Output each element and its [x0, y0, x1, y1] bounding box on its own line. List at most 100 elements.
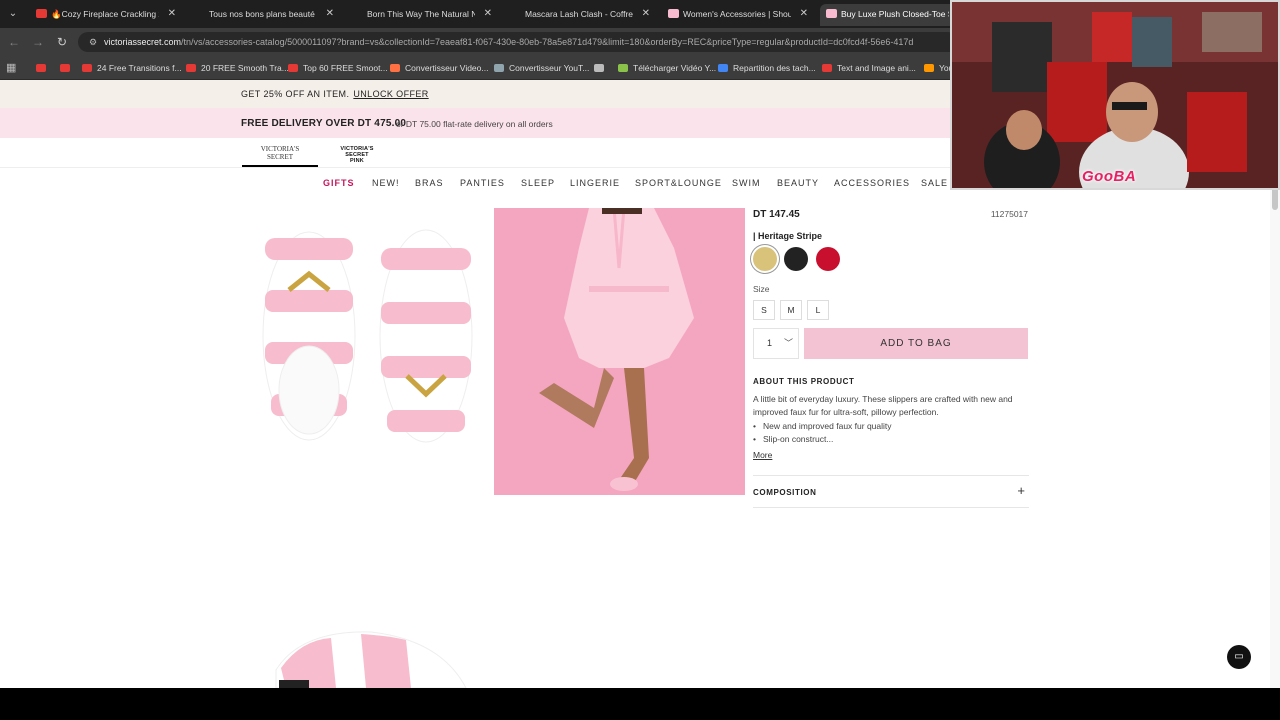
selected-color-name: | Heritage Stripe — [753, 231, 823, 241]
tab-favicon-icon — [352, 9, 363, 18]
quantity-value: 1 — [767, 338, 773, 348]
tab-favicon-icon — [36, 9, 47, 18]
bookmark-item[interactable]: Top 60 FREE Smoot... — [288, 60, 388, 76]
bullet-dot: • — [753, 421, 756, 431]
about-product-description: A little bit of everyday luxury. These s… — [753, 394, 1013, 417]
composition-label: COMPOSITION — [753, 488, 817, 497]
tab-title: Mascara Lash Clash - Coffret M — [525, 9, 633, 19]
brand-vs-line1: VICTORIA'S — [260, 145, 300, 153]
bookmark-favicon-icon — [186, 64, 196, 72]
bottom-black-bar — [0, 688, 1280, 720]
tab-title: Tous nos bons plans beauté è — [209, 9, 317, 19]
nav-item-accessories[interactable]: ACCESSORIES — [834, 178, 910, 188]
product-bullet: • New and improved faux fur quality — [753, 421, 892, 431]
promo-text: GET 25% OFF AN ITEM. — [241, 89, 350, 99]
browser-tab[interactable]: Tous nos bons plans beauté è ✕ — [188, 4, 338, 26]
slipper-side-illustration — [275, 631, 467, 688]
bookmark-item[interactable]: Convertisseur YouT... — [494, 60, 589, 76]
brand-vs-line2: SECRET — [266, 153, 294, 161]
site-info-icon[interactable]: ⚙ — [86, 35, 100, 49]
back-icon[interactable]: ← — [6, 34, 22, 50]
add-to-bag-button[interactable]: ADD TO BAG — [804, 328, 1028, 359]
product-image-bottom[interactable] — [241, 610, 491, 688]
size-option-m[interactable]: M — [780, 300, 802, 320]
bookmark-item[interactable]: Text and Image ani... — [822, 60, 916, 76]
bookmark-favicon-icon — [60, 64, 70, 72]
tab-favicon-icon — [668, 9, 679, 18]
bookmark-favicon-icon — [494, 64, 504, 72]
tab-title: 🔥Cozy Fireplace Crackling 24/ — [51, 9, 159, 19]
bookmark-favicon-icon — [36, 64, 46, 72]
color-swatch[interactable] — [753, 247, 777, 271]
tab-search-chevron-icon[interactable]: ⌄ — [5, 6, 21, 22]
bookmark-item[interactable]: You — [924, 60, 953, 76]
nav-item-beauty[interactable]: BEAUTY — [777, 178, 819, 188]
nav-item-lingerie[interactable]: LINGERIE — [570, 178, 620, 188]
close-tab-icon[interactable]: ✕ — [484, 4, 492, 24]
browser-tab[interactable]: Mascara Lash Clash - Coffret M ✕ — [504, 4, 654, 26]
chat-icon[interactable]: ▭ — [1227, 645, 1251, 669]
color-swatch[interactable] — [784, 247, 808, 271]
brand-tab-pink[interactable]: VICTORIA'S SECRET PINK — [330, 146, 384, 164]
brand-tab-victorias-secret[interactable]: VICTORIA'S SECRET — [242, 142, 318, 167]
bookmark-item[interactable]: Télécharger Vidéo Y... — [618, 60, 716, 76]
bookmark-item[interactable] — [60, 60, 75, 76]
bookmark-favicon-icon — [924, 64, 934, 72]
browser-tab[interactable]: Women's Accessories | Shoulde ✕ — [662, 4, 812, 26]
color-swatch[interactable] — [816, 247, 840, 271]
brand-pink-line2: PINK — [350, 158, 364, 164]
browser-tab[interactable]: Buy Luxe Plush Closed-Toe Slip✕ — [820, 4, 970, 26]
bookmark-label: Text and Image ani... — [837, 63, 916, 73]
composition-accordion[interactable]: COMPOSITION + — [753, 475, 1029, 508]
size-option-l[interactable]: L — [807, 300, 829, 320]
nav-item-panties[interactable]: PANTIES — [460, 178, 505, 188]
nav-item-sport-lounge[interactable]: SPORT&LOUNGE — [635, 178, 722, 188]
tab-title: Women's Accessories | Shoulde — [683, 9, 791, 19]
bookmark-item[interactable]: Convertisseur Video... — [390, 60, 488, 76]
close-tab-icon[interactable]: ✕ — [642, 4, 650, 24]
slipper-right — [379, 229, 473, 443]
about-product-heading: ABOUT THIS PRODUCT — [753, 377, 855, 386]
close-tab-icon[interactable]: ✕ — [800, 4, 808, 24]
bookmark-label: 24 Free Transitions f... — [97, 63, 182, 73]
apps-grid-icon[interactable]: ▦ — [6, 61, 20, 75]
close-tab-icon[interactable]: ✕ — [326, 4, 334, 24]
nav-item-new[interactable]: NEW! — [372, 178, 400, 188]
forward-icon[interactable]: → — [30, 34, 46, 50]
bookmark-item[interactable] — [594, 60, 609, 76]
nav-item-sleep[interactable]: SLEEP — [521, 178, 555, 188]
size-option-s[interactable]: S — [753, 300, 775, 320]
nav-item-bras[interactable]: BRAS — [415, 178, 444, 188]
url-text[interactable]: victoriassecret.com/tn/vs/accessories-ca… — [104, 32, 954, 52]
webcam-name-label: GooBA — [1082, 168, 1137, 185]
slippers-illustration — [262, 229, 473, 443]
bookmark-item[interactable] — [36, 60, 51, 76]
chevron-down-icon: ﹀ — [784, 338, 794, 348]
bullet-text: New and improved faux fur quality — [763, 421, 892, 431]
address-bar[interactable]: ⚙ victoriassecret.com/tn/vs/accessories-… — [78, 32, 958, 52]
reload-icon[interactable]: ↻ — [54, 34, 70, 50]
more-link[interactable]: More — [753, 450, 772, 460]
bookmark-item[interactable]: 20 FREE Smooth Tra... — [186, 60, 289, 76]
tab-title: Buy Luxe Plush Closed-Toe Slip — [841, 9, 949, 19]
nav-item-sale[interactable]: SALE — [921, 178, 948, 188]
browser-tab[interactable]: 🔥Cozy Fireplace Crackling 24/ ✕ — [30, 4, 180, 26]
bookmark-favicon-icon — [594, 64, 604, 72]
bookmark-favicon-icon — [82, 64, 92, 72]
bookmark-label: Convertisseur YouT... — [509, 63, 590, 73]
browser-tab[interactable]: Born This Way The Natural Nu ✕ — [346, 4, 496, 26]
bookmark-item[interactable]: 24 Free Transitions f... — [82, 60, 182, 76]
free-delivery-text: FREE DELIVERY OVER DT 475.00 — [241, 118, 407, 129]
nav-item-swim[interactable]: SWIM — [732, 178, 761, 188]
tab-favicon-icon — [510, 9, 521, 18]
size-label: Size — [753, 284, 770, 294]
bullet-text: Slip-on construct... — [763, 434, 834, 444]
bookmark-item[interactable]: Repartition des tach... — [718, 60, 816, 76]
unlock-offer-link[interactable]: UNLOCK OFFER — [353, 89, 428, 99]
product-image-model[interactable] — [494, 208, 745, 495]
nav-item-gifts[interactable]: GIFTS — [323, 178, 355, 188]
product-image-slippers[interactable] — [241, 208, 491, 495]
quantity-select[interactable]: 1 ﹀ — [753, 328, 799, 359]
close-tab-icon[interactable]: ✕ — [168, 4, 176, 24]
bookmark-favicon-icon — [618, 64, 628, 72]
